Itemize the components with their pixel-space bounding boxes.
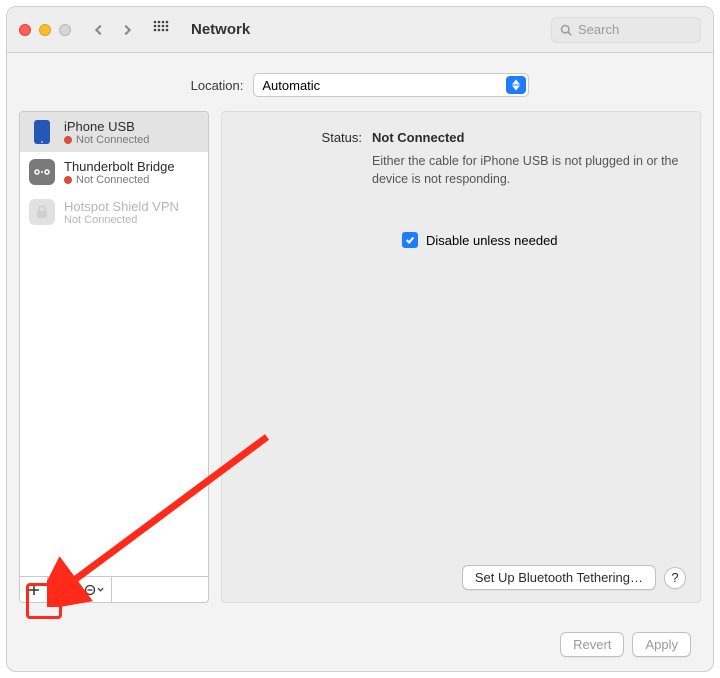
back-button[interactable] xyxy=(89,18,109,42)
search-icon xyxy=(560,24,572,36)
zoom-icon[interactable] xyxy=(59,24,71,36)
location-dropdown[interactable]: Automatic xyxy=(253,73,529,97)
location-value: Automatic xyxy=(262,78,320,93)
sidebar-actions xyxy=(20,576,208,602)
window-controls xyxy=(19,24,71,36)
sidebar-item-label: Hotspot Shield VPN xyxy=(64,199,179,214)
sidebar-item-status: Not Connected xyxy=(76,174,149,186)
iphone-icon xyxy=(28,118,56,146)
status-description: Either the cable for iPhone USB is not p… xyxy=(372,153,680,188)
network-preferences-window: Network Search Location: Automatic xyxy=(6,6,714,672)
services-sidebar: iPhone USB Not Connected Thunderbolt Bri… xyxy=(19,111,209,603)
disable-label: Disable unless needed xyxy=(426,233,558,248)
add-service-button[interactable] xyxy=(20,577,48,602)
remove-service-button[interactable] xyxy=(48,577,76,602)
footer-buttons: Revert Apply xyxy=(560,632,691,657)
sidebar-item-iphone-usb[interactable]: iPhone USB Not Connected xyxy=(20,112,208,152)
status-dot-icon xyxy=(64,176,72,184)
help-button[interactable]: ? xyxy=(664,567,686,589)
show-all-icon[interactable] xyxy=(153,20,173,40)
setup-bluetooth-button[interactable]: Set Up Bluetooth Tethering… xyxy=(462,565,656,590)
titlebar: Network Search xyxy=(7,7,713,53)
apply-button[interactable]: Apply xyxy=(632,632,691,657)
chevron-down-icon xyxy=(97,587,104,592)
sidebar-item-label: Thunderbolt Bridge xyxy=(64,159,175,174)
sidebar-item-status: Not Connected xyxy=(76,134,149,146)
sidebar-item-status: Not Connected xyxy=(64,214,137,226)
window-title: Network xyxy=(191,21,250,38)
forward-button[interactable] xyxy=(117,18,137,42)
location-label: Location: xyxy=(191,78,244,93)
checkbox-checked-icon[interactable] xyxy=(402,232,418,248)
lock-icon xyxy=(28,198,56,226)
sidebar-item-label: iPhone USB xyxy=(64,119,149,134)
close-icon[interactable] xyxy=(19,24,31,36)
location-row: Location: Automatic xyxy=(7,53,713,111)
sidebar-item-hotspot-shield-vpn[interactable]: Hotspot Shield VPN Not Connected xyxy=(20,192,208,232)
service-options-button[interactable] xyxy=(76,577,112,602)
status-label: Status: xyxy=(242,130,362,145)
thunderbolt-icon xyxy=(28,158,56,186)
service-detail: Status: Not Connected Either the cable f… xyxy=(221,111,701,603)
sidebar-item-thunderbolt-bridge[interactable]: Thunderbolt Bridge Not Connected xyxy=(20,152,208,192)
search-placeholder: Search xyxy=(578,22,619,37)
status-dot-icon xyxy=(64,136,72,144)
revert-button[interactable]: Revert xyxy=(560,632,624,657)
search-input[interactable]: Search xyxy=(551,17,701,43)
disable-unless-needed-row[interactable]: Disable unless needed xyxy=(402,232,680,248)
minimize-icon[interactable] xyxy=(39,24,51,36)
chevron-updown-icon xyxy=(506,76,526,94)
status-value: Not Connected xyxy=(372,130,464,145)
